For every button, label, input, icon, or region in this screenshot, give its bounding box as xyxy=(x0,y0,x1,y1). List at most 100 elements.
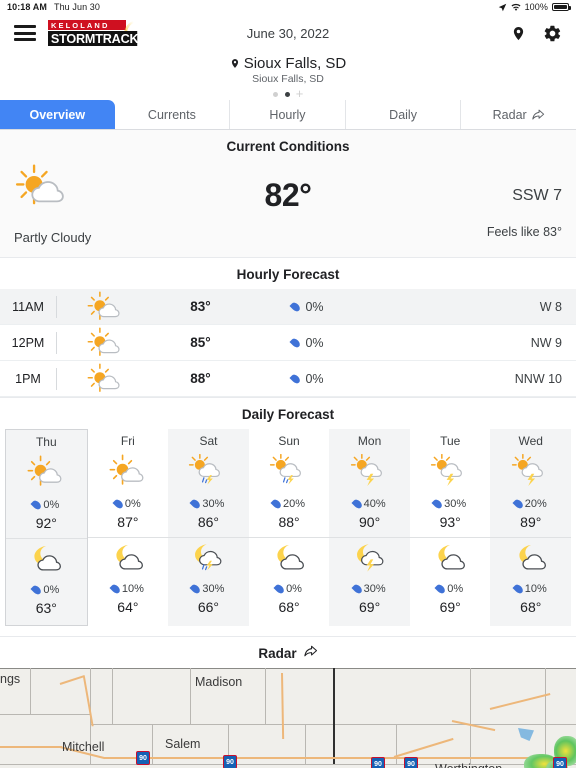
pager-dot-2[interactable] xyxy=(284,91,290,97)
status-time: 10:18 AM xyxy=(7,2,47,12)
hourly-forecast-section: Hourly Forecast 11AM 83° 0% W 8 12PM 85°… xyxy=(0,258,576,398)
day-precip-value: 0% xyxy=(43,584,60,596)
location-subtitle: Sioux Falls, SD xyxy=(252,73,324,85)
day-precipitation: 30% xyxy=(192,498,224,510)
radar-title-row[interactable]: Radar xyxy=(0,637,576,668)
day-precipitation: 30% xyxy=(192,583,224,595)
water-drop-icon xyxy=(434,499,441,509)
day-high-temp: 86° xyxy=(197,514,220,530)
water-drop-icon xyxy=(33,500,40,510)
tab-overview[interactable]: Overview xyxy=(0,100,115,129)
day-half-night: 10% 68° xyxy=(490,537,572,618)
day-name: Tue xyxy=(440,434,461,448)
map-pin-icon[interactable] xyxy=(508,23,528,43)
day-card-fri[interactable]: Fri 0% 87° 10% 64° xyxy=(87,429,169,626)
radar-map[interactable]: ngs Madison Mitchell Salem Worthington 9… xyxy=(0,668,576,768)
day-half-night: 10% 64° xyxy=(87,537,169,618)
tab-currents[interactable]: Currents xyxy=(115,100,231,129)
partly-cloudy-night-icon xyxy=(428,543,472,578)
day-precipitation: 20% xyxy=(515,498,547,510)
day-precip-value: 30% xyxy=(444,498,467,510)
pager-dot-1[interactable] xyxy=(272,91,278,97)
day-precip-value: 30% xyxy=(202,583,225,595)
day-high-temp: 90° xyxy=(359,514,381,530)
table-row[interactable]: 1PM 88° 0% NNW 10 xyxy=(0,361,576,397)
partly-cloudy-day-icon xyxy=(57,291,153,323)
day-half-daytime: 0% 92° xyxy=(6,453,87,534)
water-drop-icon xyxy=(276,584,283,594)
hourly-forecast-title: Hourly Forecast xyxy=(236,267,340,282)
day-precip-value: 0% xyxy=(447,583,464,595)
partly-cloudy-night-icon xyxy=(509,543,553,578)
day-precip-value: 0% xyxy=(124,498,141,510)
logo-keloland-text: KELOLAND xyxy=(48,20,126,30)
city-label: Worthington xyxy=(435,762,502,768)
day-card-mon[interactable]: Mon 40% 90° 30% 69° xyxy=(329,429,410,626)
app-logo: KELOLAND STORMTRACKER xyxy=(48,17,156,49)
tab-radar[interactable]: Radar xyxy=(461,100,576,129)
day-high-temp: 89° xyxy=(520,514,542,530)
status-bar: 10:18 AM Thu Jun 30 100% xyxy=(0,0,576,14)
scattered-thunderstorms-day-icon xyxy=(267,453,311,493)
battery-percent: 100% xyxy=(524,2,548,12)
day-precip-value: 0% xyxy=(43,499,60,511)
status-indicators: 100% xyxy=(498,2,571,12)
thunderstorms-day-icon xyxy=(428,453,472,493)
water-drop-icon xyxy=(515,499,522,509)
day-card-thu[interactable]: Thu 0% 92° 0% 63° xyxy=(5,429,88,626)
day-card-sat[interactable]: Sat 30% 86° 30% 66° xyxy=(168,429,249,626)
hour-temperature: 88° xyxy=(190,371,211,386)
day-precipitation: 0% xyxy=(33,584,59,596)
day-precip-value: 10% xyxy=(121,583,144,595)
water-drop-icon xyxy=(292,338,299,348)
day-half-night: 0% 69° xyxy=(409,537,491,618)
share-arrow-icon[interactable] xyxy=(303,645,318,661)
water-drop-icon xyxy=(437,584,444,594)
route-shield-90: 90 xyxy=(136,751,150,765)
water-drop-icon xyxy=(112,584,119,594)
day-card-wed[interactable]: Wed 20% 89° 10% 68° xyxy=(490,429,572,626)
table-row[interactable]: 12PM 85° 0% NW 9 xyxy=(0,325,576,361)
hour-time: 11AM xyxy=(12,299,44,314)
location-bar[interactable]: Sioux Falls, SD Sioux Falls, SD + xyxy=(0,52,576,100)
add-location-button[interactable]: + xyxy=(296,87,304,100)
wifi-icon xyxy=(511,3,521,11)
day-precipitation: 10% xyxy=(112,583,144,595)
day-name: Wed xyxy=(518,434,543,448)
map-pin-icon xyxy=(231,59,238,68)
table-row[interactable]: 11AM 83° 0% W 8 xyxy=(0,289,576,325)
day-precipitation: 20% xyxy=(273,498,305,510)
thunderstorms-night-icon xyxy=(348,543,392,578)
water-drop-icon xyxy=(354,499,361,509)
hamburger-menu-icon[interactable] xyxy=(14,25,36,41)
water-drop-icon xyxy=(292,302,299,312)
water-drop-icon xyxy=(33,585,40,595)
gear-icon[interactable] xyxy=(542,23,562,43)
hour-time: 1PM xyxy=(15,371,41,386)
current-center: 82° xyxy=(164,163,412,214)
tab-daily-label: Daily xyxy=(389,107,417,122)
day-card-tue[interactable]: Tue 30% 93° 0% 69° xyxy=(409,429,491,626)
day-precip-value: 30% xyxy=(363,583,386,595)
day-precip-value: 10% xyxy=(524,583,547,595)
water-drop-icon xyxy=(515,584,522,594)
day-precipitation: 0% xyxy=(276,583,302,595)
current-conditions-title: Current Conditions xyxy=(226,139,350,154)
tab-bar: Overview Currents Hourly Daily Radar xyxy=(0,100,576,130)
tab-daily[interactable]: Daily xyxy=(346,100,462,129)
tab-hourly[interactable]: Hourly xyxy=(230,100,346,129)
tab-hourly-label: Hourly xyxy=(269,107,306,122)
app-header: KELOLAND STORMTRACKER June 30, 2022 xyxy=(0,14,576,52)
day-name: Sat xyxy=(199,434,218,448)
scattered-thunderstorms-day-icon xyxy=(186,453,230,493)
day-low-temp: 68° xyxy=(520,599,542,615)
partly-cloudy-day-icon xyxy=(57,363,153,395)
location-arrow-icon xyxy=(498,3,506,11)
city-label: Madison xyxy=(195,675,243,689)
day-name: Thu xyxy=(35,435,57,449)
day-precip-value: 20% xyxy=(283,498,306,510)
day-high-temp: 88° xyxy=(278,514,300,530)
day-card-sun[interactable]: Sun 20% 88° 0% 68° xyxy=(248,429,330,626)
hour-precip-value: 0% xyxy=(305,335,324,350)
city-label: ngs xyxy=(0,672,21,686)
